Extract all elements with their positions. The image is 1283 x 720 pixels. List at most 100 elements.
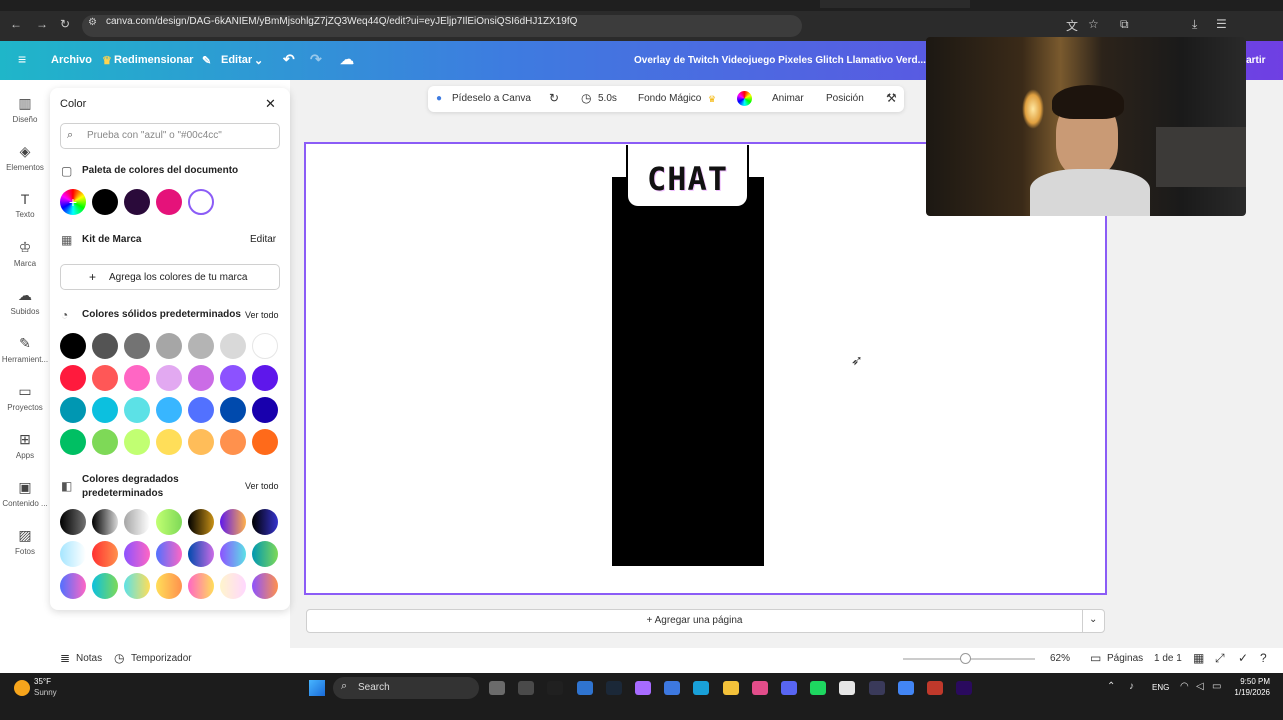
solid-color-swatch[interactable]	[188, 397, 214, 423]
rail-item-content[interactable]: ▣ Contenido ...	[0, 479, 50, 508]
solid-color-swatch[interactable]	[60, 397, 86, 423]
solid-see-all-link[interactable]: Ver todo	[245, 310, 279, 320]
gradient-color-swatch[interactable]	[60, 541, 86, 567]
clock-time[interactable]: 9:50 PM	[1236, 677, 1270, 686]
close-icon[interactable]: ✕	[265, 96, 276, 112]
forward-icon[interactable]: →	[36, 17, 48, 31]
doc-color-swatch[interactable]	[124, 189, 150, 215]
gradient-color-swatch[interactable]	[124, 573, 150, 599]
ask-canva-button[interactable]: Pídeselo a Canva	[452, 93, 531, 104]
add-page-button[interactable]: + Agregar una página ⌄	[306, 609, 1105, 633]
rail-item-folder[interactable]: ▭ Proyectos	[0, 383, 50, 412]
cloud-save-icon[interactable]: ☁	[340, 51, 354, 68]
timer-button[interactable]: Temporizador	[131, 653, 192, 664]
rail-item-layout[interactable]: ▥ Diseño	[0, 95, 50, 124]
media-app-icon[interactable]	[868, 681, 885, 695]
gradient-color-swatch[interactable]	[60, 509, 86, 535]
browser-tab-active[interactable]	[820, 0, 970, 8]
music-app-icon[interactable]	[839, 681, 856, 695]
store-icon[interactable]	[576, 681, 593, 695]
color-picker-icon[interactable]	[737, 91, 752, 106]
position-button[interactable]: Posición	[826, 93, 864, 104]
battery-icon[interactable]: ▭	[1212, 681, 1221, 692]
doc-color-swatch[interactable]	[92, 189, 118, 215]
url-text[interactable]: canva.com/design/DAG-6kANIEM/yBmMjsohlgZ…	[106, 16, 577, 27]
notes-button[interactable]: Notas	[76, 653, 102, 664]
rail-item-shapes[interactable]: ◈ Elementos	[0, 143, 50, 172]
gradient-color-swatch[interactable]	[92, 541, 118, 567]
solid-color-swatch[interactable]	[156, 397, 182, 423]
grid-view-icon[interactable]: ▦	[1193, 651, 1204, 665]
steam-icon[interactable]	[605, 681, 622, 695]
task-view-icon[interactable]	[489, 681, 505, 695]
premiere-icon[interactable]	[956, 681, 973, 695]
doc-color-swatch[interactable]	[156, 189, 182, 215]
gradient-color-swatch[interactable]	[252, 573, 278, 599]
site-info-icon[interactable]: ⚙	[88, 17, 97, 28]
rail-item-cloud-upload[interactable]: ☁ Subidos	[0, 287, 50, 316]
gradient-color-swatch[interactable]	[92, 509, 118, 535]
file-menu-button[interactable]: Archivo	[51, 54, 92, 66]
replace-icon[interactable]: ↻	[549, 91, 559, 105]
gradient-color-swatch[interactable]	[156, 541, 182, 567]
edge-icon[interactable]	[693, 681, 710, 695]
solid-color-swatch[interactable]	[252, 429, 278, 455]
solid-color-swatch[interactable]	[156, 429, 182, 455]
pages-button[interactable]: Páginas	[1107, 653, 1143, 664]
solid-color-swatch[interactable]	[92, 397, 118, 423]
chrome-icon[interactable]	[897, 681, 914, 695]
gradient-color-swatch[interactable]	[156, 509, 182, 535]
solid-color-swatch[interactable]	[60, 333, 86, 359]
gradient-color-swatch[interactable]	[252, 509, 278, 535]
back-icon[interactable]: ←	[10, 17, 22, 31]
weather-temp[interactable]: 35°F	[34, 677, 51, 686]
magic-background-button[interactable]: Fondo Mágico	[638, 93, 701, 104]
color-search-input[interactable]: ⌕ Prueba con "azul" o "#00c4cc"	[60, 123, 280, 149]
gradient-color-swatch[interactable]	[188, 573, 214, 599]
language-indicator[interactable]: ENG	[1152, 683, 1169, 692]
gradient-color-swatch[interactable]	[124, 541, 150, 567]
gradient-color-swatch[interactable]	[156, 573, 182, 599]
clock-date[interactable]: 1/19/2026	[1226, 688, 1270, 697]
solid-color-swatch[interactable]	[92, 333, 118, 359]
gradient-color-swatch[interactable]	[220, 541, 246, 567]
solid-color-swatch[interactable]	[60, 429, 86, 455]
solid-color-swatch[interactable]	[156, 333, 182, 359]
extensions-icon[interactable]: ⧉	[1120, 17, 1129, 32]
design-title[interactable]: Overlay de Twitch Videojuego Pixeles Gli…	[634, 55, 926, 66]
wifi-icon[interactable]: ◠	[1180, 681, 1189, 692]
gradient-color-swatch[interactable]	[188, 509, 214, 535]
gradient-color-swatch[interactable]	[220, 509, 246, 535]
undo-icon[interactable]: ↶	[283, 51, 295, 68]
hamburger-icon[interactable]: ≡	[18, 51, 26, 67]
chevron-up-icon[interactable]: ⌃	[1107, 681, 1115, 692]
reload-icon[interactable]: ↻	[60, 17, 70, 31]
edit-button[interactable]: Editar	[221, 54, 252, 66]
rail-item-pen[interactable]: ✎ Herramient...	[0, 335, 50, 364]
capcut-icon[interactable]	[751, 681, 768, 695]
paint-roller-icon[interactable]: ⚒	[886, 91, 897, 105]
rail-item-apps[interactable]: ⊞ Apps	[0, 431, 50, 460]
solid-color-swatch[interactable]	[124, 365, 150, 391]
solid-color-swatch[interactable]	[252, 333, 278, 359]
solid-color-swatch[interactable]	[188, 429, 214, 455]
check-icon[interactable]: ✓	[1238, 651, 1248, 665]
gradient-color-swatch[interactable]	[92, 573, 118, 599]
gradient-color-swatch[interactable]	[220, 573, 246, 599]
gradient-color-swatch[interactable]	[124, 509, 150, 535]
discord-icon[interactable]	[781, 681, 797, 695]
rail-item-text[interactable]: T Texto	[0, 191, 50, 219]
gradient-see-all-link[interactable]: Ver todo	[245, 481, 279, 491]
animate-button[interactable]: Animar	[772, 93, 804, 104]
solid-color-swatch[interactable]	[92, 429, 118, 455]
visual-studio-icon[interactable]	[664, 681, 681, 695]
zoom-slider-thumb[interactable]	[960, 653, 971, 664]
browser-tab[interactable]	[30, 0, 140, 8]
help-icon[interactable]: ?	[1260, 651, 1267, 665]
chevron-down-icon[interactable]: ⌄	[1089, 614, 1097, 625]
doc-color-swatch[interactable]	[188, 189, 214, 215]
solid-color-swatch[interactable]	[188, 333, 214, 359]
fullscreen-icon[interactable]: ⤢	[1215, 651, 1225, 666]
bookmark-star-icon[interactable]: ☆	[1088, 17, 1099, 31]
add-color-icon[interactable]: +	[60, 189, 86, 215]
